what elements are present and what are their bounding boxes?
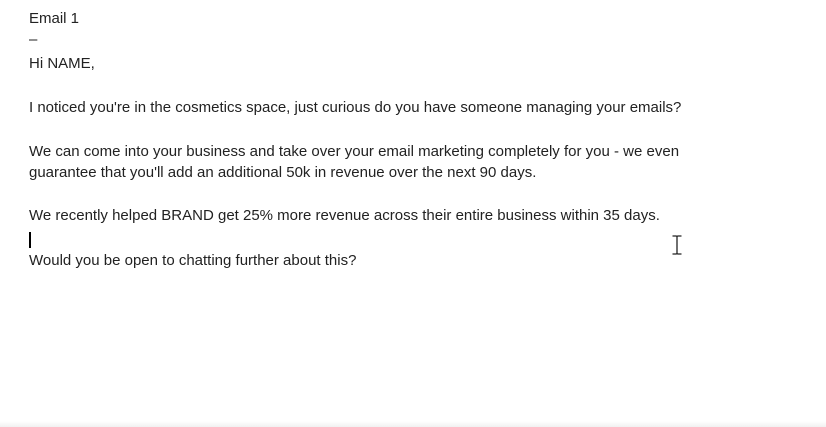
paragraph-offer-line-1: We can come into your business and take … (29, 143, 680, 160)
page-bottom-edge (0, 421, 826, 427)
title-separator: – (29, 31, 38, 48)
closing-question: Would you be open to chatting further ab… (29, 252, 357, 269)
ibeam-cursor-icon (671, 235, 683, 255)
text-caret-icon (29, 232, 31, 248)
greeting-line: Hi NAME, (29, 55, 95, 72)
document-editor[interactable]: Email 1 – Hi NAME, I noticed you're in t… (0, 0, 826, 427)
paragraph-offer-line-2: guarantee that you'll add an additional … (29, 164, 537, 181)
email-title: Email 1 (29, 10, 80, 27)
paragraph-intro: I noticed you're in the cosmetics space,… (29, 99, 682, 116)
paragraph-case-study: We recently helped BRAND get 25% more re… (29, 207, 660, 224)
